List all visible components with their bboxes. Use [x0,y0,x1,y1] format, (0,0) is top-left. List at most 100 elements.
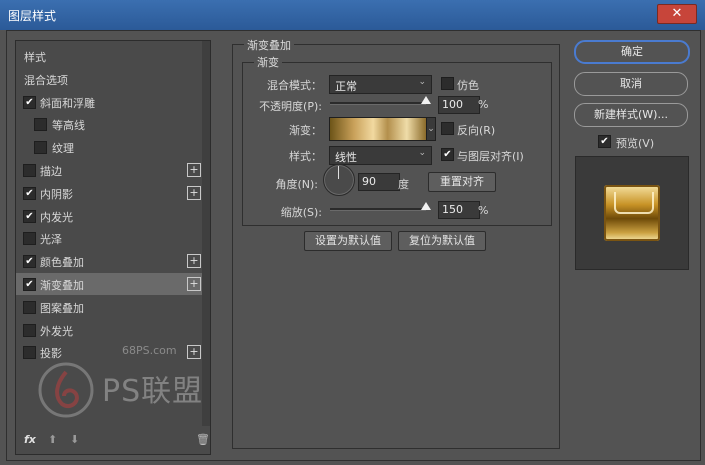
ok-button[interactable]: 确定 [574,40,690,64]
title-bar: 图层样式 ✕ [0,0,705,30]
layer-style-dialog: 图层样式 ✕ 样式混合选项 ✔ 斜面和浮雕等高线纹理描边 + ✔ 内阴影 + ✔ 内发光光泽 ✔ 颜… [0,0,705,465]
add-effect-icon[interactable]: + [187,345,201,360]
sidebar-item[interactable]: 光泽 [16,227,202,249]
move-down-icon[interactable]: ⬇ [70,433,79,446]
preview-label: 预览(V) [616,137,655,150]
fx-menu-button[interactable]: fx [24,433,36,446]
sidebar-item-label: 外发光 [40,324,73,338]
opacity-percent: % [478,98,489,111]
watermark-logo-icon [38,362,94,418]
trash-icon[interactable]: 🗑 [196,433,210,446]
sidebar-item-checkbox[interactable] [23,232,36,246]
sidebar-item-checkbox[interactable]: ✔ [23,278,36,291]
sidebar-item[interactable]: 图案叠加 [16,296,202,318]
new-style-button[interactable]: 新建样式(W)... [574,103,688,127]
sidebar-item-checkbox[interactable]: ✔ [23,255,36,269]
sidebar-item-label: 样式 [24,51,46,64]
add-effect-icon[interactable]: + [187,277,201,291]
scale-label: 缩放(S): [280,206,322,219]
reset-alignment-button[interactable]: 重置对齐 [428,172,496,192]
sidebar-item-label: 斜面和浮雕 [40,96,95,110]
sidebar-item[interactable]: ✔ 内发光 [16,205,202,227]
watermark-site: 68PS.com [122,344,177,357]
sidebar-item[interactable]: 混合选项 [16,68,202,90]
style-preview [575,156,689,270]
blend-mode-select[interactable]: 正常 ⌄ [329,75,432,94]
sidebar-item-checkbox[interactable]: ✔ [23,209,36,223]
angle-dial[interactable] [323,164,355,196]
scale-slider-track[interactable] [330,208,426,211]
styles-toolbar: fx ⬆ ⬇ 🗑 [16,427,210,454]
angle-degree-unit: 度 [398,178,409,191]
gradient-dropdown-icon[interactable]: ⌄ [426,117,436,141]
scale-percent: % [478,204,489,217]
opacity-slider-thumb[interactable] [421,96,431,104]
opacity-label: 不透明度(P): [259,100,322,113]
sidebar-item-label: 投影 [40,347,62,361]
styles-list-scrollbar[interactable] [202,41,210,426]
gradient-swatch[interactable] [329,117,427,141]
reverse-label: 反向(R) [457,124,496,137]
sidebar-item-checkbox[interactable] [23,323,36,337]
opacity-slider-track[interactable] [330,102,426,105]
sidebar-item[interactable]: 外发光 [16,319,202,341]
angle-value: 90 [362,175,376,188]
sidebar-item[interactable]: 纹理 [16,136,202,158]
sidebar-item[interactable]: 样式 [16,45,202,67]
sidebar-item[interactable]: 等高线 [16,113,202,135]
chevron-down-icon: ⌄ [418,148,426,158]
sidebar-item[interactable]: ✔ 斜面和浮雕 [16,91,202,113]
angle-dial-needle [338,166,339,179]
sidebar-item-checkbox[interactable] [23,300,36,314]
add-effect-icon[interactable]: + [187,254,201,269]
reverse-checkbox[interactable] [441,122,454,135]
style-select[interactable]: 线性 ⌄ [329,146,432,165]
window-title: 图层样式 [8,9,57,23]
sidebar-item-checkbox[interactable] [23,164,36,177]
sidebar-item[interactable]: 描边 + [16,159,202,181]
sidebar-item-label: 描边 [40,165,62,178]
sidebar-item[interactable]: ✔ 颜色叠加 + [16,250,202,272]
scale-value: 150 [442,203,463,216]
align-with-layer-checkbox[interactable]: ✔ [441,148,454,161]
style-label: 样式： [289,150,322,163]
watermark-logo-text: PS联盟 [102,374,204,409]
group-title: 渐变 [254,54,282,70]
sidebar-item-checkbox[interactable]: ✔ [23,95,36,109]
dither-label: 仿色 [457,79,479,92]
sidebar-item-checkbox[interactable] [34,141,47,155]
scale-slider-thumb[interactable] [421,202,431,210]
sidebar-item-label: 颜色叠加 [40,256,84,270]
add-effect-icon[interactable]: + [187,163,201,177]
sidebar-item-label: 纹理 [52,142,74,156]
blend-mode-label: 混合模式： [267,79,322,92]
sidebar-item-label: 光泽 [40,233,62,247]
style-value: 线性 [335,151,357,164]
set-default-button[interactable]: 设置为默认值 [304,231,392,251]
add-effect-icon[interactable]: + [187,185,201,200]
opacity-input[interactable]: 100 [438,96,480,114]
chevron-down-icon: ⌄ [418,77,426,87]
sidebar-item[interactable]: ✔ 渐变叠加 + [16,273,202,295]
move-up-icon[interactable]: ⬆ [48,433,57,446]
close-button[interactable]: ✕ [657,4,697,24]
sidebar-item-label: 内阴影 [40,187,73,201]
gradient-label: 渐变： [289,124,322,137]
cancel-button[interactable]: 取消 [574,72,688,96]
preview-checkbox[interactable]: ✔ [598,135,611,148]
sidebar-item-checkbox[interactable] [34,118,47,132]
dither-checkbox[interactable] [441,77,454,90]
sidebar-item-label: 渐变叠加 [40,279,84,292]
sidebar-item-label: 图案叠加 [40,301,84,315]
reset-default-button[interactable]: 复位为默认值 [398,231,486,251]
scale-input[interactable]: 150 [438,201,480,219]
opacity-value: 100 [442,98,463,111]
panel-title: 渐变叠加 [244,37,294,53]
sidebar-item-label: 等高线 [52,119,85,133]
sidebar-item[interactable]: ✔ 内阴影 + [16,182,202,204]
angle-input[interactable]: 90 [358,173,400,191]
blend-mode-value: 正常 [335,80,357,93]
sidebar-item-checkbox[interactable]: ✔ [23,186,36,200]
align-with-layer-label: 与图层对齐(I) [457,150,524,163]
sidebar-item-checkbox[interactable] [23,346,36,360]
